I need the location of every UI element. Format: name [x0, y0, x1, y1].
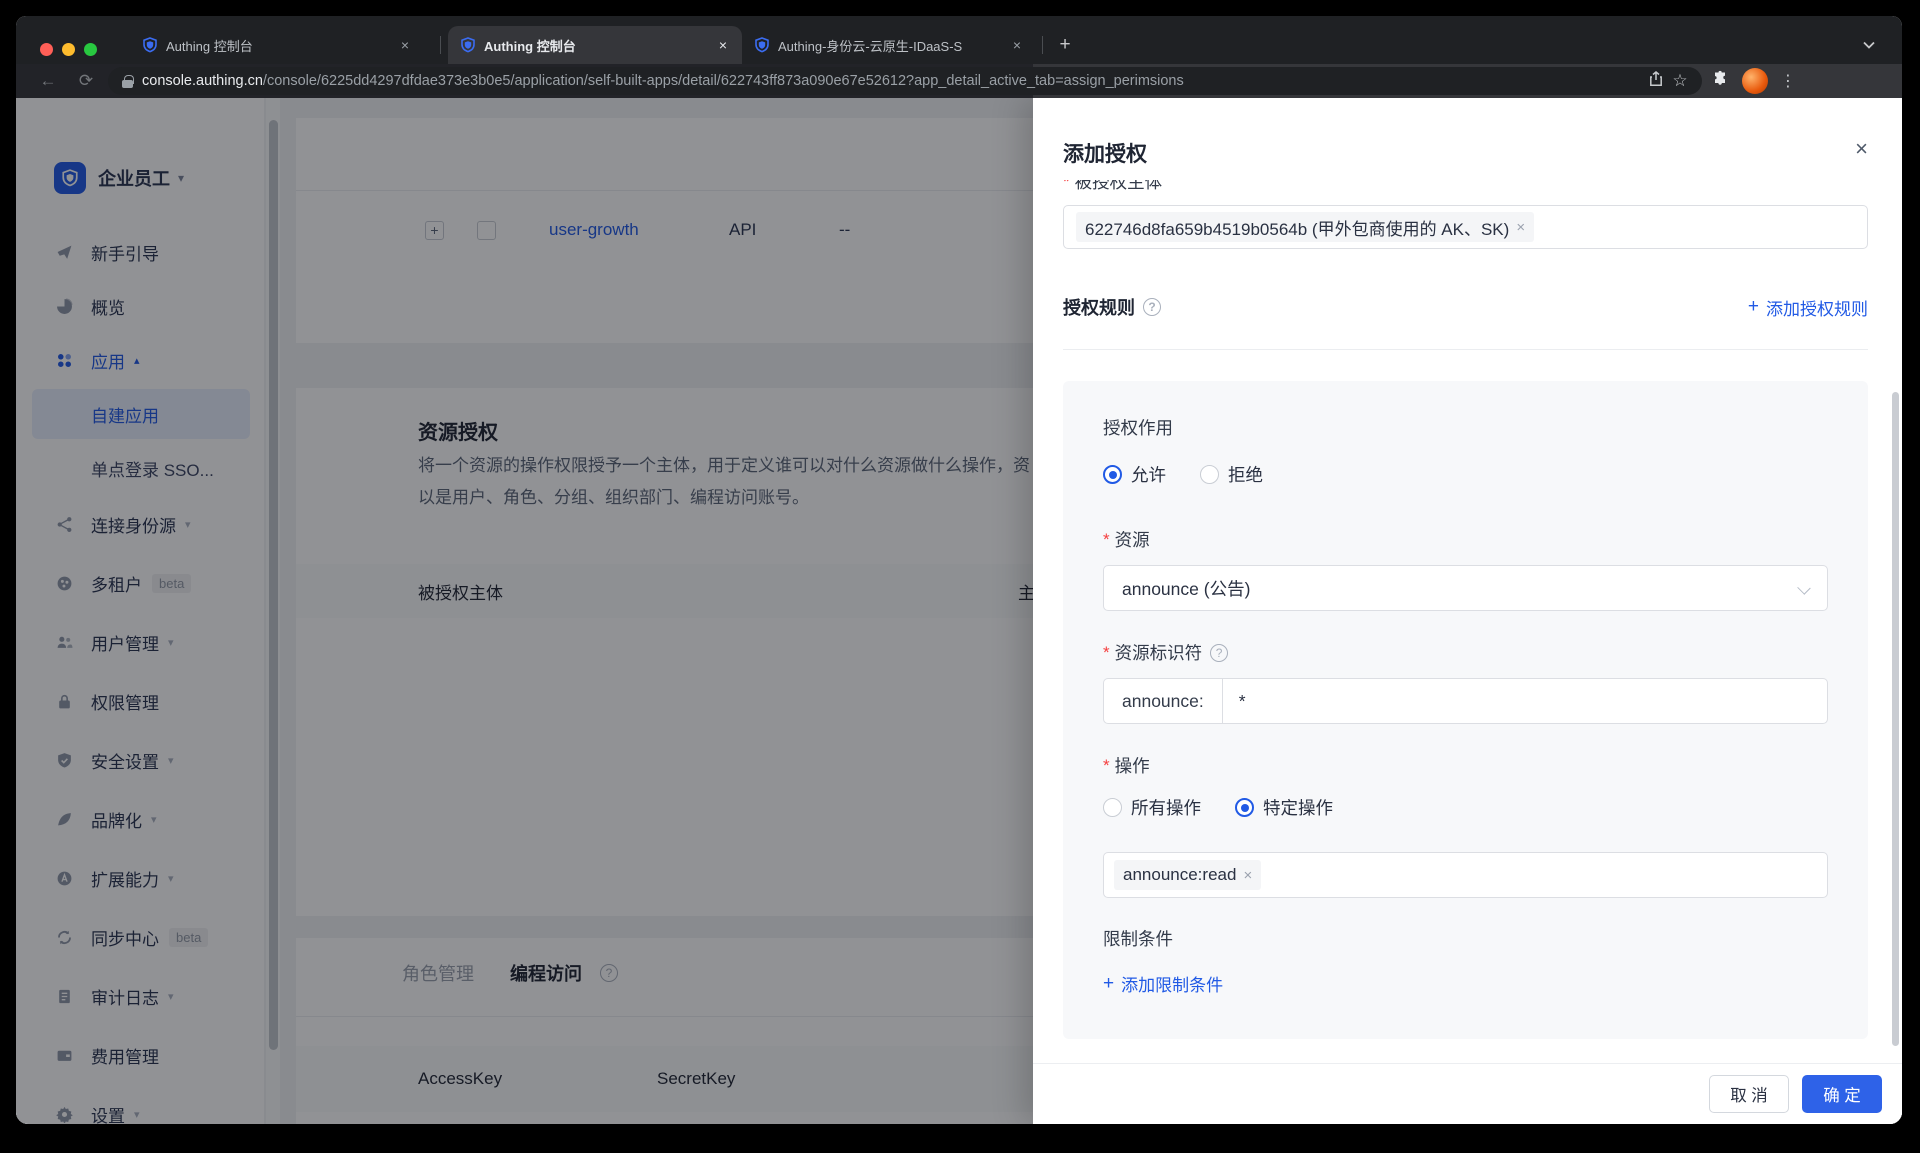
browser-tab-1[interactable]: Authing 控制台 ×: [130, 26, 424, 64]
modal-dim-overlay: [16, 98, 1033, 1124]
resource-select[interactable]: announce (公告): [1103, 565, 1828, 611]
url-domain: console.authing.cn: [142, 73, 263, 89]
rules-header-row: 授权规则 ? + 添加授权规则: [1063, 294, 1868, 320]
field-label-text: 操作: [1114, 756, 1150, 776]
resource-field-label: * 资源: [1103, 527, 1828, 552]
toolbar-right: ⋮: [1708, 68, 1800, 94]
action-radio-group: 所有操作 特定操作: [1103, 795, 1828, 820]
action-tag-text: announce:read: [1123, 865, 1237, 884]
tab-close-icon[interactable]: ×: [1008, 37, 1026, 53]
tab-separator: [1042, 36, 1043, 54]
tab-close-icon[interactable]: ×: [714, 37, 732, 53]
help-question-icon[interactable]: ?: [1210, 643, 1229, 662]
subject-field-label: * 被授权主体: [1063, 180, 1868, 194]
radio-allow-selected[interactable]: [1103, 465, 1122, 484]
plus-icon: +: [1747, 296, 1759, 317]
browser-menu-dots-icon[interactable]: ⋮: [1776, 71, 1800, 91]
identifier-input-group: announce:: [1103, 678, 1828, 724]
rules-label-text: 授权规则: [1063, 298, 1135, 318]
page-content: 企业员工 ▾ 新手引导 概览 应用 ▴ 自建应用 单点登录 SSO... 连接身…: [16, 98, 1902, 1124]
subject-select[interactable]: 622746d8fa659b4519b0564b (甲外包商使用的 AK、SK)…: [1063, 205, 1868, 249]
authing-favicon-icon: [461, 37, 475, 53]
minimize-window-button[interactable]: [62, 43, 75, 56]
subject-tag: 622746d8fa659b4519b0564b (甲外包商使用的 AK、SK)…: [1076, 212, 1535, 242]
authing-favicon-icon: [143, 37, 157, 53]
identifier-prefix-addon: announce:: [1103, 678, 1222, 724]
close-window-button[interactable]: [40, 43, 53, 56]
url-text: console.authing.cn/console/6225dd4297dfd…: [142, 73, 1644, 89]
cancel-button[interactable]: 取 消: [1709, 1075, 1789, 1113]
rules-label: 授权规则 ?: [1063, 294, 1161, 320]
required-asterisk: *: [1103, 755, 1110, 775]
add-rule-link[interactable]: + 添加授权规则: [1748, 295, 1868, 320]
authing-favicon-icon: [755, 37, 769, 53]
subject-tag-text: 622746d8fa659b4519b0564b (甲外包商使用的 AK、SK): [1085, 219, 1510, 239]
extensions-puzzle-icon[interactable]: [1708, 70, 1732, 92]
actions-tag-input[interactable]: announce:read ×: [1103, 852, 1828, 898]
plus-icon: +: [1103, 972, 1115, 994]
tab-separator: [440, 36, 441, 54]
traffic-lights: [40, 43, 97, 56]
rule-panel: 授权作用 允许 拒绝 * 资源 announce (公告) * 资源标识符 ? …: [1063, 381, 1868, 1039]
browser-toolbar: ← → ⟳ console.authing.cn/console/6225dd4…: [16, 64, 1902, 98]
condition-label: 限制条件: [1103, 929, 1173, 949]
required-asterisk: *: [1103, 642, 1110, 662]
add-rule-link-text: 添加授权规则: [1766, 299, 1868, 319]
tab-strip: Authing 控制台 × Authing 控制台 × Authing-身份云-…: [16, 16, 1902, 64]
drawer-footer: 取 消 确 定: [1033, 1063, 1902, 1124]
tab-title: Authing-身份云-云原生-IDaaS-S: [778, 38, 963, 54]
add-authorization-drawer: 添加授权 × * 被授权主体 622746d8fa659b4519b0564b …: [1033, 98, 1902, 1124]
tab-close-icon[interactable]: ×: [396, 37, 414, 53]
address-bar[interactable]: console.authing.cn/console/6225dd4297dfd…: [108, 67, 1702, 95]
browser-tab-3[interactable]: Authing-身份云-云原生-IDaaS-S ×: [742, 26, 1036, 64]
radio-deny-label[interactable]: 拒绝: [1228, 462, 1263, 487]
action-field-label: * 操作: [1103, 753, 1828, 778]
tab-search-chevron-icon[interactable]: [1862, 38, 1876, 52]
radio-deny[interactable]: [1200, 465, 1219, 484]
tag-remove-icon[interactable]: ×: [1516, 219, 1525, 236]
tag-remove-icon[interactable]: ×: [1243, 867, 1252, 884]
radio-all-actions[interactable]: [1103, 798, 1122, 817]
drawer-close-icon[interactable]: ×: [1855, 138, 1868, 160]
confirm-button[interactable]: 确 定: [1802, 1075, 1882, 1113]
share-icon[interactable]: [1644, 70, 1668, 92]
radio-specific-actions-selected[interactable]: [1235, 798, 1254, 817]
field-label-text: 资源: [1114, 530, 1150, 550]
browser-tab-2-active[interactable]: Authing 控制台 ×: [448, 26, 742, 64]
chevron-down-icon: [1797, 581, 1811, 595]
radio-specific-actions-label[interactable]: 特定操作: [1263, 795, 1333, 820]
resource-select-value: announce (公告): [1122, 578, 1251, 599]
profile-avatar[interactable]: [1742, 68, 1768, 94]
add-condition-link[interactable]: + 添加限制条件: [1103, 971, 1828, 996]
zoom-window-button[interactable]: [84, 43, 97, 56]
drawer-header: 添加授权 ×: [1033, 98, 1902, 180]
tab-title: Authing 控制台: [484, 38, 576, 54]
drawer-body: * 被授权主体 622746d8fa659b4519b0564b (甲外包商使用…: [1033, 180, 1902, 1063]
browser-window: Authing 控制台 × Authing 控制台 × Authing-身份云-…: [16, 16, 1902, 1124]
field-label-text: 资源标识符: [1114, 643, 1203, 663]
drawer-title: 添加授权: [1063, 143, 1147, 166]
radio-all-actions-label[interactable]: 所有操作: [1131, 795, 1201, 820]
effect-label: 授权作用: [1103, 418, 1173, 438]
radio-allow-label[interactable]: 允许: [1131, 462, 1166, 487]
new-tab-button[interactable]: +: [1052, 32, 1078, 58]
field-label-text: 被授权主体: [1074, 180, 1163, 192]
identifier-field-label: * 资源标识符 ?: [1103, 640, 1828, 665]
bookmark-star-icon[interactable]: ☆: [1668, 71, 1692, 91]
required-asterisk: *: [1063, 180, 1070, 191]
url-path: /console/6225dd4297dfdae373e3b0e5/applic…: [262, 73, 1184, 89]
effect-radio-group: 允许 拒绝: [1103, 462, 1828, 487]
identifier-input[interactable]: [1221, 678, 1828, 724]
required-asterisk: *: [1103, 529, 1110, 549]
screenshot: Authing 控制台 × Authing 控制台 × Authing-身份云-…: [0, 0, 1920, 1153]
action-tag: announce:read ×: [1114, 860, 1262, 890]
lock-icon: [122, 74, 134, 88]
drawer-scrollbar-thumb[interactable]: [1892, 392, 1899, 1046]
add-condition-link-text: 添加限制条件: [1121, 976, 1224, 995]
tab-title: Authing 控制台: [166, 38, 253, 54]
help-question-icon[interactable]: ?: [1143, 298, 1161, 316]
drawer-divider: [1063, 349, 1868, 350]
